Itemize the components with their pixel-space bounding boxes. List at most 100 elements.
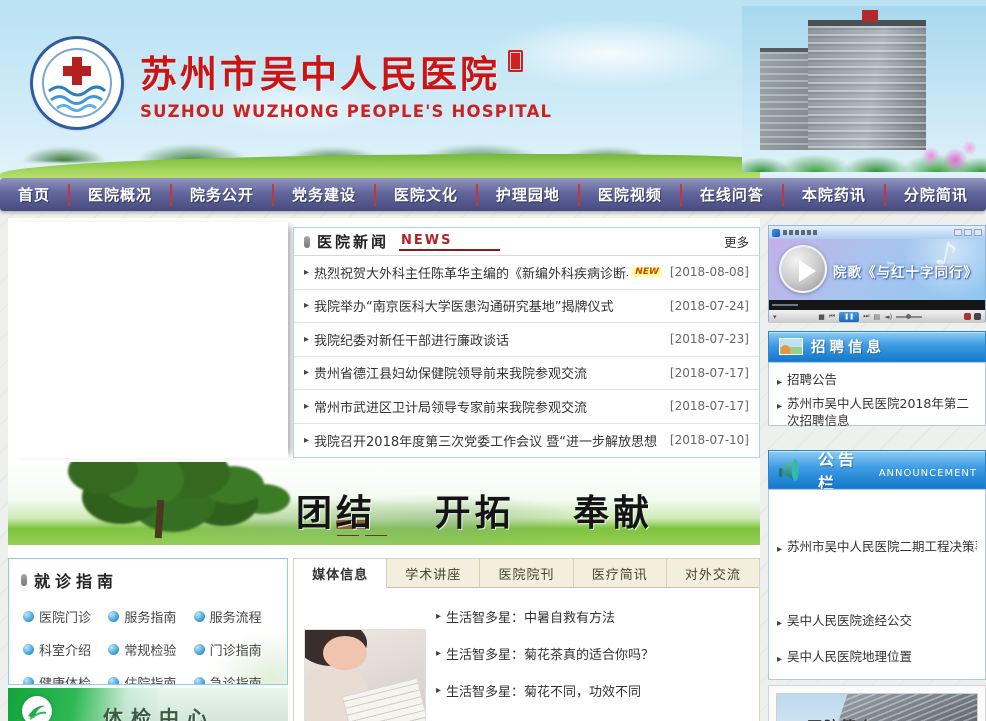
maximize-icon[interactable] xyxy=(964,229,972,236)
nav-separator xyxy=(578,184,580,206)
arrow-icon: ▸ xyxy=(304,334,309,345)
arrow-icon: ▸ xyxy=(777,374,782,391)
guide-link-label: 医院门诊 xyxy=(39,607,91,626)
news-link[interactable]: 贵州省德江县妇幼保健院领导前来我院参观交流 xyxy=(314,363,587,382)
volume-icon[interactable]: ◄) xyxy=(884,313,892,321)
bullet-icon xyxy=(304,236,310,248)
nav-item-video[interactable]: 医院视频 xyxy=(598,184,662,205)
previous-icon[interactable]: ⏮ xyxy=(829,312,835,321)
news-date: [2018-07-24] xyxy=(662,299,749,313)
media-link[interactable]: ▸生活智多星：菊花茶真的适合你吗？ xyxy=(436,635,753,672)
fullscreen-icon[interactable] xyxy=(974,313,981,320)
playlist-icon[interactable]: ▤ xyxy=(874,313,881,321)
nav-separator xyxy=(272,184,274,206)
guide-link-lab-tests[interactable]: 常规检验 xyxy=(108,633,193,666)
news-more-link[interactable]: 更多 xyxy=(724,232,749,251)
next-icon[interactable]: ⏭ xyxy=(863,312,869,321)
nav-item-home[interactable]: 首页 xyxy=(18,184,50,205)
recruitment-link[interactable]: ▸招聘公告 xyxy=(777,371,977,391)
news-link[interactable]: 常州市武进区卫计局领导专家前来我院参观交流 xyxy=(314,397,587,416)
tab-media-info[interactable]: 媒体信息 xyxy=(294,559,387,588)
recruitment-link-label: 苏州市吴中人民医院2018年第二次招聘信息 xyxy=(787,395,977,429)
media-link-label: 生活智多星：菊花茶真的适合你吗？ xyxy=(446,644,654,663)
player-logo-icon xyxy=(772,229,780,237)
guide-link-emergency[interactable]: 急诊指南 xyxy=(194,666,279,685)
recruitment-panel: ▸招聘公告 ▸苏州市吴中人民医院2018年第二次招聘信息 xyxy=(768,362,986,426)
guide-link-outpatient[interactable]: 医院门诊 xyxy=(23,600,108,633)
guide-link-label: 住院指南 xyxy=(124,673,176,685)
news-link[interactable]: 我院召开2018年度第三次党委工作会议 暨“进一步解放思想 xyxy=(314,431,657,450)
media-link[interactable]: ▸生活智多星：常见旅游病要注意 xyxy=(436,709,753,721)
hospital-name-en: SUZHOU WUZHONG PEOPLE'S HOSPITAL xyxy=(140,102,552,121)
hospital-building-image xyxy=(742,6,986,172)
dot-icon xyxy=(108,644,119,655)
news-row: ▸ 热烈祝贺大外科主任陈革华主编的《新编外科疾病诊断与治 NEW [2018-0… xyxy=(294,256,759,290)
guide-link-label: 门诊指南 xyxy=(210,640,262,659)
nav-item-party[interactable]: 党务建设 xyxy=(292,184,356,205)
media-link[interactable]: ▸ 生活智多星：中暑自救有方法 xyxy=(436,598,753,635)
hospital-intro-panel[interactable]: 医院简介 xyxy=(768,685,986,721)
tab-exchange[interactable]: 对外交流 xyxy=(667,559,759,587)
guide-link-checkup[interactable]: 健康体检 xyxy=(23,666,108,685)
recruitment-link[interactable]: ▸苏州市吴中人民医院2018年第二次招聘信息 xyxy=(777,395,977,429)
nav-item-branch[interactable]: 分院简讯 xyxy=(904,184,968,205)
announcement-panel: ▸苏州市吴中人民医院二期工程决策事 ▸吴中人民医院途经公交 ▸吴中人民医院地理位… xyxy=(768,489,986,680)
announcement-link-label: 吴中人民医院地理位置 xyxy=(787,648,912,668)
nav-separator xyxy=(476,184,478,206)
guide-link-outpatient-guide[interactable]: 门诊指南 xyxy=(194,633,279,666)
news-link[interactable]: 我院举办“南京医科大学医患沟通研究基地”揭牌仪式 xyxy=(314,296,613,315)
checkup-center-banner[interactable]: 体检中心 xyxy=(8,688,288,721)
guide-link-inpatient[interactable]: 住院指南 xyxy=(108,666,193,685)
nav-item-affairs[interactable]: 院务公开 xyxy=(190,184,254,205)
slogan-text: 团结 开拓 奉献 xyxy=(296,484,699,536)
nav-separator xyxy=(680,184,682,206)
nav-item-nursing[interactable]: 护理园地 xyxy=(496,184,560,205)
close-icon[interactable] xyxy=(974,229,982,236)
nav-item-pharmacy[interactable]: 本院药讯 xyxy=(802,184,866,205)
pause-button[interactable]: ❚❚ xyxy=(839,312,859,322)
minimize-icon[interactable] xyxy=(954,229,962,236)
nav-separator xyxy=(782,184,784,206)
guide-grid: 医院门诊 服务指南 服务流程 科室介绍 常规检验 门诊指南 健康体检 住院指南 … xyxy=(9,594,287,685)
guide-link-service-flow[interactable]: 服务流程 xyxy=(194,600,279,633)
news-link[interactable]: 我院纪委对新任干部进行廉政谈话 xyxy=(314,330,509,349)
dot-icon xyxy=(108,677,119,685)
arrow-icon: ▸ xyxy=(304,267,309,278)
visit-guide-panel: 就诊指南 医院门诊 服务指南 服务流程 科室介绍 常规检验 门诊指南 健康体检 … xyxy=(8,558,288,685)
news-row: ▸ 我院纪委对新任干部进行廉政谈话 [2018-07-23] xyxy=(294,323,759,357)
guide-link-service-guide[interactable]: 服务指南 xyxy=(108,600,193,633)
announcement-link[interactable]: ▸吴中人民医院地理位置 xyxy=(777,648,977,668)
tab-lectures[interactable]: 学术讲座 xyxy=(387,559,480,587)
arrow-icon: ▸ xyxy=(777,541,782,558)
news-date: [2018-07-17] xyxy=(662,399,749,413)
news-title-en: NEWS xyxy=(399,233,500,251)
stop-icon[interactable]: ■ xyxy=(818,313,825,321)
tab-medical-brief[interactable]: 医疗简讯 xyxy=(574,559,667,587)
hospital-name-zh: 苏州市吴中人民医院 xyxy=(140,52,500,96)
tab-journal[interactable]: 医院院刊 xyxy=(480,559,573,587)
guide-link-label: 服务指南 xyxy=(124,607,176,626)
guide-link-departments[interactable]: 科室介绍 xyxy=(23,633,108,666)
volume-slider[interactable] xyxy=(896,316,922,318)
play-button[interactable] xyxy=(779,245,827,293)
news-header: 医院新闻 NEWS 更多 xyxy=(294,228,759,256)
guide-link-label: 健康体检 xyxy=(39,673,91,685)
announcement-link[interactable]: ▸吴中人民医院途经公交 xyxy=(777,612,977,632)
announcement-link[interactable]: ▸苏州市吴中人民医院二期工程决策事 xyxy=(777,538,977,558)
nav-item-overview[interactable]: 医院概况 xyxy=(88,184,152,205)
record-icon[interactable] xyxy=(964,313,971,320)
media-link[interactable]: ▸生活智多星：菊花不同，功效不同 xyxy=(436,672,753,709)
nav-item-qa[interactable]: 在线问答 xyxy=(700,184,764,205)
options-icon[interactable]: ▾ xyxy=(773,313,777,321)
news-link[interactable]: 热烈祝贺大外科主任陈革华主编的《新编外科疾病诊断与治 xyxy=(314,263,628,282)
dot-icon xyxy=(194,644,205,655)
player-progress-bar[interactable] xyxy=(769,300,985,310)
hospital-logo xyxy=(30,36,124,130)
main-nav: 首页 医院概况 院务公开 党务建设 医院文化 护理园地 医院视频 在线问答 本院… xyxy=(0,178,986,211)
play-icon xyxy=(799,260,816,282)
media-link-label: 生活智多星：中暑自救有方法 xyxy=(446,607,615,626)
dot-icon xyxy=(23,644,34,655)
nav-item-culture[interactable]: 医院文化 xyxy=(394,184,458,205)
hospital-logo-icon xyxy=(39,45,115,121)
arrow-icon: ▸ xyxy=(436,611,441,622)
